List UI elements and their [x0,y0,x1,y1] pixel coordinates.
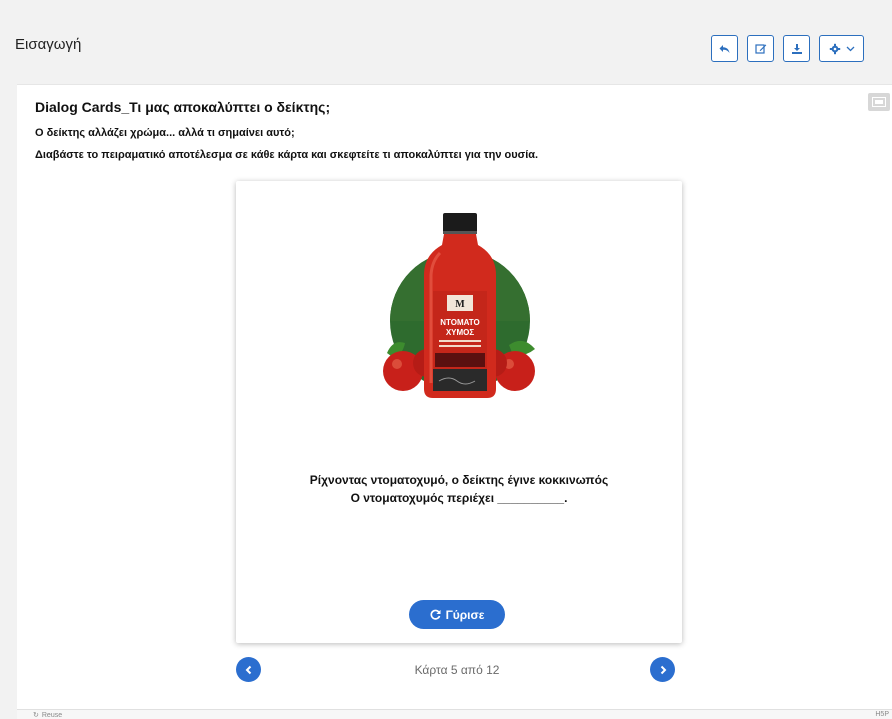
fullscreen-button[interactable] [868,93,890,111]
turn-button[interactable]: Γύρισε [409,600,505,629]
card-text-line2: Ο ντοματοχυμός περιέχει __________. [350,491,568,505]
page-title: Εισαγωγή [15,36,82,53]
activity-description-line2: Διαβάστε το πειραματικό αποτέλεσμα σε κά… [35,149,539,161]
edit-button[interactable] [747,35,774,62]
previous-card-button[interactable] [236,657,261,682]
page: Εισαγωγή Dialog Cards_Τι μας αποκαλύπτει… [0,0,892,719]
h5p-footer: ↻ Reuse H5P [17,709,892,719]
fullscreen-icon [872,97,886,107]
h5p-logo[interactable]: H5P [875,711,889,718]
bottle-label-line2: ΧΥΜΟΣ [446,328,475,337]
card-text-line1: Ρίχνοντας ντοματοχυμό, ο δείκτης έγινε κ… [309,473,609,487]
dialog-card: M ΝΤΟΜΑΤΟ ΧΥΜΟΣ Ρίχνοντας ντοματοχυμό, ο… [236,181,682,643]
next-card-button[interactable] [650,657,675,682]
h5p-content: Dialog Cards_Τι μας αποκαλύπτει ο δείκτη… [17,84,892,709]
svg-text:M: M [455,299,465,310]
chevron-down-icon [846,46,854,51]
reuse-icon: ↻ [33,712,39,719]
refresh-icon [430,609,441,620]
download-icon [791,43,802,54]
download-button[interactable] [783,35,810,62]
activity-title: Dialog Cards_Τι μας αποκαλύπτει ο δείκτη… [35,99,331,115]
reply-icon [719,44,730,53]
turn-button-label: Γύρισε [445,607,485,622]
gear-icon [829,43,840,54]
reuse-button[interactable]: ↻ Reuse [33,711,62,719]
edit-icon [754,43,766,54]
card-navigation: Κάρτα 5 από 12 [17,645,892,685]
settings-button[interactable] [819,35,864,62]
card-progress: Κάρτα 5 από 12 [414,663,500,677]
tomato-juice-bottle-image: M ΝΤΟΜΑΤΟ ΧΥΜΟΣ [383,213,535,398]
chevron-right-icon [660,665,666,674]
activity-description-line1: Ο δείκτης αλλάζει χρώμα... αλλά τι σημαί… [35,127,295,139]
reuse-label: Reuse [41,711,63,719]
page-header: Εισαγωγή [0,0,892,84]
card-text: Ρίχνοντας ντοματοχυμό, ο δείκτης έγινε κ… [236,471,682,507]
chevron-left-icon [245,665,251,674]
undo-button[interactable] [711,35,738,62]
toolbar [711,35,864,62]
bottle-label-line1: ΝΤΟΜΑΤΟ [440,318,479,327]
